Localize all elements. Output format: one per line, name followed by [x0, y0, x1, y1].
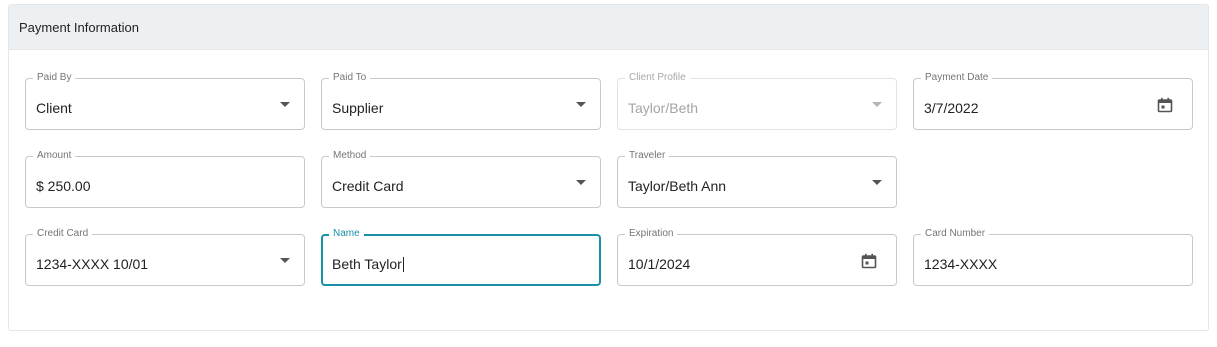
method-label: Method	[329, 150, 371, 162]
name-value: Beth Taylor	[332, 256, 402, 272]
chevron-down-icon	[872, 102, 882, 107]
client-profile-select: Client Profile Taylor/Beth	[617, 72, 897, 130]
paid-by-label: Paid By	[33, 72, 76, 84]
chevron-down-icon[interactable]	[576, 180, 586, 185]
expiration-field[interactable]: Expiration 10/1/2024	[617, 228, 897, 286]
expiration-value: 10/1/2024	[628, 256, 691, 272]
amount-label: Amount	[33, 150, 76, 162]
name-input[interactable]: Name Beth Taylor	[321, 228, 601, 286]
payment-date-label: Payment Date	[921, 72, 993, 84]
panel-title: Payment Information	[19, 19, 139, 35]
client-profile-value: Taylor/Beth	[628, 100, 699, 116]
card-number-input[interactable]: Card Number 1234-XXXX	[913, 228, 1193, 286]
paid-by-select[interactable]: Paid By Client	[25, 72, 305, 130]
panel-header: Payment Information	[9, 5, 1208, 50]
traveler-value: Taylor/Beth Ann	[628, 178, 727, 194]
amount-value: $ 250.00	[36, 178, 91, 194]
method-select[interactable]: Method Credit Card	[321, 150, 601, 208]
payment-date-value: 3/7/2022	[924, 100, 979, 116]
calendar-icon[interactable]	[861, 253, 877, 269]
chevron-down-icon[interactable]	[576, 102, 586, 107]
name-input-text[interactable]: Beth Taylor	[332, 256, 404, 272]
paid-to-label: Paid To	[329, 72, 371, 84]
chevron-down-icon[interactable]	[872, 180, 882, 185]
calendar-icon[interactable]	[1157, 97, 1173, 113]
paid-to-select[interactable]: Paid To Supplier	[321, 72, 601, 130]
chevron-down-icon[interactable]	[280, 102, 290, 107]
text-cursor	[402, 257, 404, 272]
traveler-select[interactable]: Traveler Taylor/Beth Ann	[617, 150, 897, 208]
traveler-label: Traveler	[625, 150, 670, 162]
payment-date-field[interactable]: Payment Date 3/7/2022	[913, 72, 1193, 130]
name-label: Name	[329, 228, 364, 240]
client-profile-label: Client Profile	[625, 72, 690, 84]
card-number-value: 1234-XXXX	[924, 256, 998, 272]
paid-to-value: Supplier	[332, 100, 384, 116]
credit-card-value: 1234-XXXX 10/01	[36, 256, 149, 272]
expiration-label: Expiration	[625, 228, 678, 240]
credit-card-label: Credit Card	[33, 228, 93, 240]
method-value: Credit Card	[332, 178, 404, 194]
paid-by-value: Client	[36, 100, 72, 116]
amount-input[interactable]: Amount $ 250.00	[25, 150, 305, 208]
card-number-label: Card Number	[921, 228, 990, 240]
chevron-down-icon[interactable]	[280, 258, 290, 263]
credit-card-select[interactable]: Credit Card 1234-XXXX 10/01	[25, 228, 305, 286]
